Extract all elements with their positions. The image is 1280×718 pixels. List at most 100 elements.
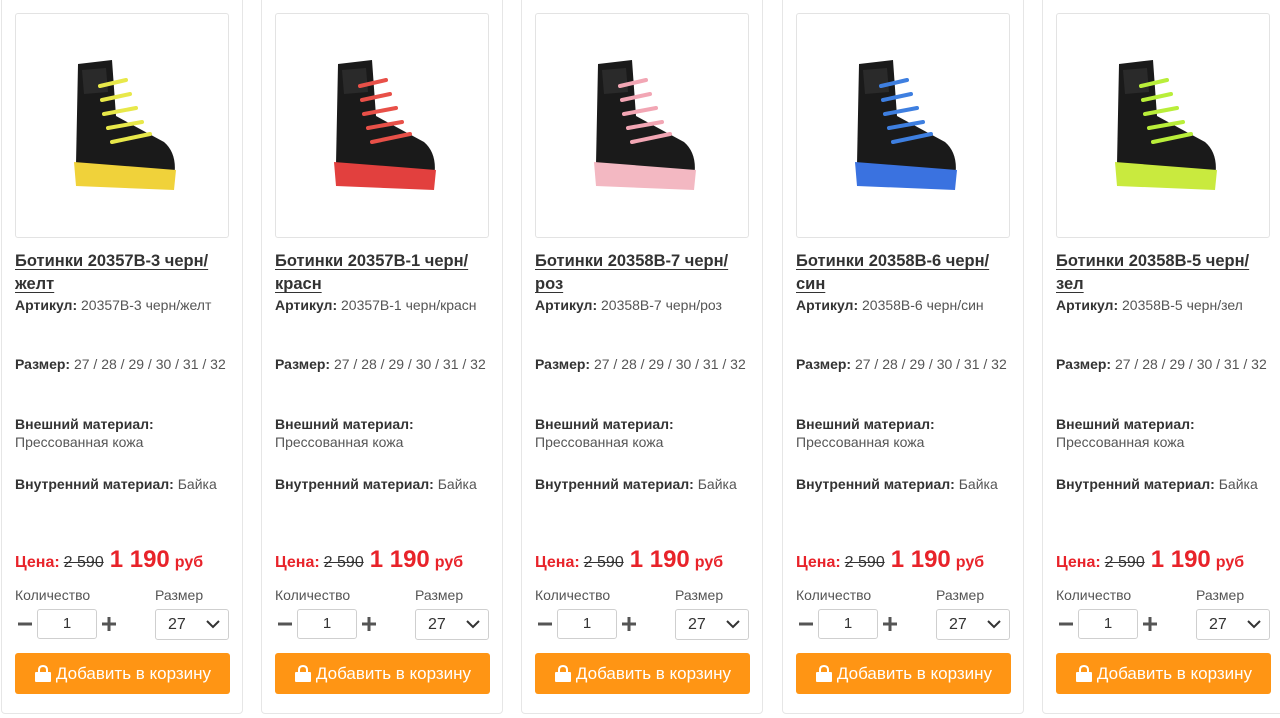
- product-title[interactable]: Ботинки 20358B-5 черн/зел: [1056, 250, 1270, 298]
- size-row: Размер: 27 / 28 / 29 / 30 / 31 / 32: [15, 355, 235, 373]
- product-photo[interactable]: [796, 13, 1010, 238]
- size-row: Размер: 27 / 28 / 29 / 30 / 31 / 32: [535, 355, 755, 373]
- price-row: Цена: 2 590 1 190 руб: [1056, 546, 1280, 574]
- quantity-label: Количество: [535, 587, 611, 603]
- add-to-cart-label: Добавить в корзину: [315, 663, 472, 683]
- new-price: 1 190: [629, 546, 690, 573]
- quantity-input[interactable]: 1: [818, 609, 878, 639]
- product-title[interactable]: Ботинки 20358B-7 черн/роз: [535, 250, 749, 298]
- old-price: 2 590: [63, 554, 104, 571]
- product-photo[interactable]: [15, 13, 229, 238]
- new-price: 1 190: [109, 546, 170, 573]
- article-label: Артикул:: [275, 297, 338, 313]
- article-label: Артикул:: [796, 297, 859, 313]
- outer-label: Внешний материал:: [15, 416, 154, 432]
- size-attr-label: Размер:: [535, 356, 591, 372]
- minus-icon[interactable]: [1056, 609, 1076, 639]
- inner-material-row: Внутренний материал: Байка: [1056, 475, 1276, 493]
- size-select-label: Размер: [155, 587, 204, 603]
- article-value: 20358B-6 черн/син: [862, 297, 984, 313]
- price-row: Цена: 2 590 1 190 руб: [275, 546, 505, 574]
- quantity-label: Количество: [796, 587, 872, 603]
- old-price: 2 590: [323, 554, 364, 571]
- product-card: Ботинки 20358B-6 черн/син Артикул: 20358…: [782, 0, 1024, 714]
- article-row: Артикул: 20357B-1 черн/красн: [275, 296, 495, 314]
- inner-value: Байка: [697, 476, 737, 492]
- outer-material-row: Внешний материал: Прессованная кожа: [15, 415, 235, 451]
- add-to-cart-label: Добавить в корзину: [55, 663, 212, 683]
- size-attr-value: 27 / 28 / 29 / 30 / 31 / 32: [593, 356, 746, 372]
- size-select[interactable]: 27: [1196, 609, 1270, 640]
- quantity-label: Количество: [1056, 587, 1132, 603]
- inner-label: Внутренний материал:: [535, 476, 694, 492]
- chevron-down-icon: [206, 620, 220, 629]
- size-attr-label: Размер:: [15, 356, 71, 372]
- minus-icon[interactable]: [275, 609, 295, 639]
- add-to-cart-button[interactable]: Добавить в корзину: [796, 653, 1011, 694]
- size-attr-label: Размер:: [796, 356, 852, 372]
- shopping-bag-icon: [554, 664, 571, 682]
- add-to-cart-button[interactable]: Добавить в корзину: [1056, 653, 1271, 694]
- article-row: Артикул: 20358B-5 черн/зел: [1056, 296, 1276, 314]
- old-price: 2 590: [583, 554, 624, 571]
- quantity-input[interactable]: 1: [557, 609, 617, 639]
- quantity-label: Количество: [15, 587, 91, 603]
- plus-icon[interactable]: [359, 609, 379, 639]
- plus-icon[interactable]: [880, 609, 900, 639]
- outer-material-row: Внешний материал: Прессованная кожа: [796, 415, 1016, 451]
- currency: руб: [955, 554, 985, 571]
- outer-value: Прессованная кожа: [1056, 434, 1185, 450]
- size-select-value: 27: [688, 615, 706, 633]
- quantity-input[interactable]: 1: [297, 609, 357, 639]
- quantity-stepper: 1: [535, 609, 639, 639]
- inner-value: Байка: [177, 476, 217, 492]
- quantity-stepper: 1: [15, 609, 119, 639]
- currency: руб: [694, 554, 724, 571]
- minus-icon[interactable]: [535, 609, 555, 639]
- inner-label: Внутренний материал:: [15, 476, 174, 492]
- product-title[interactable]: Ботинки 20357B-1 черн/красн: [275, 250, 489, 298]
- quantity-label: Количество: [275, 587, 351, 603]
- product-title[interactable]: Ботинки 20358B-6 черн/син: [796, 250, 1010, 298]
- shopping-bag-icon: [34, 664, 51, 682]
- plus-icon[interactable]: [619, 609, 639, 639]
- inner-value: Байка: [1218, 476, 1258, 492]
- new-price: 1 190: [890, 546, 951, 573]
- plus-icon[interactable]: [99, 609, 119, 639]
- chevron-down-icon: [466, 620, 480, 629]
- article-value: 20357B-1 черн/красн: [341, 297, 477, 313]
- add-to-cart-button[interactable]: Добавить в корзину: [275, 653, 490, 694]
- add-to-cart-button[interactable]: Добавить в корзину: [15, 653, 230, 694]
- add-to-cart-label: Добавить в корзину: [836, 663, 993, 683]
- size-attr-label: Размер:: [275, 356, 331, 372]
- boot-image: [855, 60, 957, 190]
- quantity-stepper: 1: [796, 609, 900, 639]
- outer-value: Прессованная кожа: [796, 434, 925, 450]
- product-photo[interactable]: [1056, 13, 1270, 238]
- size-select[interactable]: 27: [155, 609, 229, 640]
- price-label: Цена:: [535, 554, 580, 571]
- add-to-cart-button[interactable]: Добавить в корзину: [535, 653, 750, 694]
- shopping-bag-icon: [1075, 664, 1092, 682]
- quantity-input[interactable]: 1: [37, 609, 97, 639]
- size-select[interactable]: 27: [415, 609, 489, 640]
- size-attr-value: 27 / 28 / 29 / 30 / 31 / 32: [854, 356, 1007, 372]
- article-label: Артикул:: [1056, 297, 1119, 313]
- article-row: Артикул: 20357B-3 черн/желт: [15, 296, 235, 314]
- size-select[interactable]: 27: [675, 609, 749, 640]
- product-photo[interactable]: [275, 13, 489, 238]
- chevron-down-icon: [726, 620, 740, 629]
- plus-icon[interactable]: [1140, 609, 1160, 639]
- minus-icon[interactable]: [796, 609, 816, 639]
- quantity-input[interactable]: 1: [1078, 609, 1138, 639]
- article-row: Артикул: 20358B-7 черн/роз: [535, 296, 755, 314]
- product-title[interactable]: Ботинки 20357B-3 черн/желт: [15, 250, 229, 298]
- product-photo[interactable]: [535, 13, 749, 238]
- outer-material-row: Внешний материал: Прессованная кожа: [1056, 415, 1276, 451]
- product-card: Ботинки 20357B-1 черн/красн Артикул: 203…: [261, 0, 503, 714]
- price-label: Цена:: [275, 554, 320, 571]
- minus-icon[interactable]: [15, 609, 35, 639]
- currency: руб: [174, 554, 204, 571]
- size-select[interactable]: 27: [936, 609, 1010, 640]
- currency: руб: [434, 554, 464, 571]
